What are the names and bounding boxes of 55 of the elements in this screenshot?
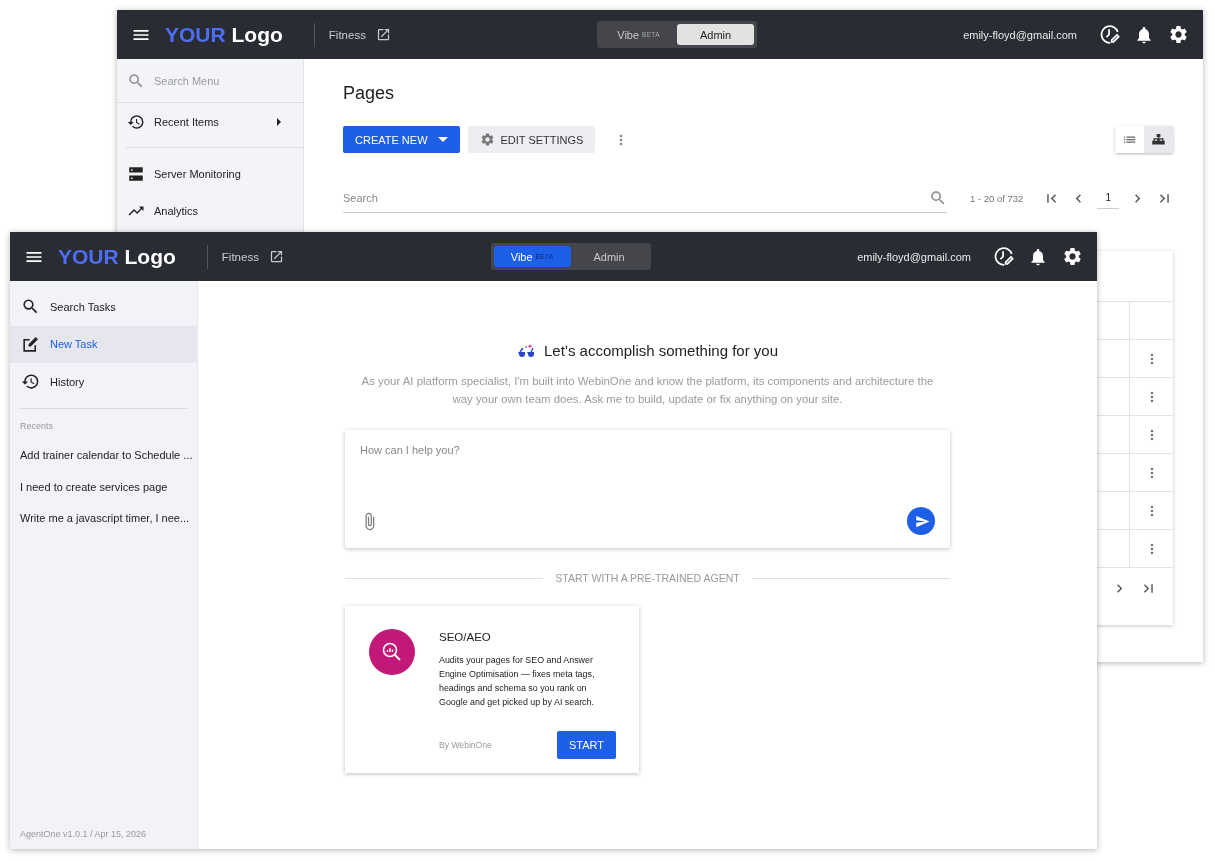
sidebar-item[interactable]: History [10, 363, 197, 401]
search-icon [929, 188, 947, 207]
site-name: Fitness [221, 250, 259, 263]
recent-task[interactable]: Add trainer calendar to Schedule ... [10, 439, 197, 471]
caret-icon [437, 137, 448, 142]
external-link-icon[interactable] [375, 27, 391, 42]
mode-tab[interactable]: Admin [570, 246, 648, 267]
settings-icon[interactable] [1062, 246, 1083, 267]
settings-icon [479, 132, 495, 147]
section-heading: Recents [19, 420, 55, 431]
clock-pencil-icon[interactable] [1099, 24, 1120, 45]
agent-author: By WebinOne [439, 740, 492, 750]
version-text: AgentOne v1.0.1 / Apr 15, 2026 [19, 829, 148, 841]
hierarchy-icon [1151, 132, 1167, 147]
start-button[interactable]: START [557, 731, 616, 759]
menu-item[interactable]: Recent Items [117, 103, 303, 140]
settings-button[interactable]: EDIT SETTINGS [467, 126, 596, 153]
menu-item[interactable]: Analytics [117, 192, 303, 229]
agent-title: SEO/AEO [439, 631, 492, 643]
tree-view-button[interactable] [1144, 126, 1174, 153]
user-email: emily-floyd@gmail.com [963, 28, 1077, 41]
intro-text: As your AI platform specialist, I'm built into WebinOne and know the platform, its components and architecture the way your own team does. Ask me to build, update or fix anything on your site. [360, 374, 935, 407]
settings-icon[interactable] [1168, 24, 1189, 45]
sparkle-glasses-icon [517, 343, 536, 358]
menu-item[interactable]: Server Monitoring [117, 155, 303, 192]
user-email: emily-floyd@gmail.com [857, 250, 971, 263]
agent-description: Audits your pages for SEO and Answer Engine Optimisation — fixes meta tags, headings and schema so you rank on Google and get picked up by AI search. [439, 654, 596, 709]
clock-pencil-icon[interactable] [993, 246, 1014, 267]
send-icon [914, 513, 930, 529]
section-heading: START WITH A PRE-TRAINED AGENT [555, 572, 740, 584]
mode-tab[interactable]: Admin [677, 24, 755, 45]
history-icon [21, 372, 40, 392]
recent-task[interactable]: Write me a javascript timer, I nee... [10, 502, 197, 534]
site-name: Fitness [328, 28, 366, 41]
caret-icon [277, 117, 281, 126]
bell-icon[interactable] [1134, 24, 1154, 45]
logo: YOUR Logo [58, 244, 176, 269]
recent-task[interactable]: I need to create services page [10, 471, 197, 503]
external-link-icon[interactable] [268, 249, 284, 264]
search-icon [127, 71, 145, 90]
send-button[interactable] [907, 507, 935, 535]
sidebar-item[interactable]: New Task [10, 325, 197, 363]
search-field[interactable]: Search [343, 183, 947, 213]
page-range: 1 - 20 of 732 [970, 192, 1024, 204]
history-icon [127, 112, 145, 131]
logo: YOUR Logo [165, 22, 283, 47]
server-icon [127, 164, 145, 183]
bell-icon[interactable] [1028, 246, 1048, 267]
page-number[interactable]: 1 [1097, 187, 1120, 209]
page-title: Pages [343, 83, 396, 104]
edit-icon [21, 334, 40, 354]
create-button[interactable]: CREATE NEW [343, 126, 460, 153]
page-heading: Let’s accomplish something for you [544, 342, 778, 359]
sidebar-item[interactable]: Search Tasks [10, 288, 197, 326]
prompt-field[interactable]: How can I help you? [345, 430, 950, 548]
